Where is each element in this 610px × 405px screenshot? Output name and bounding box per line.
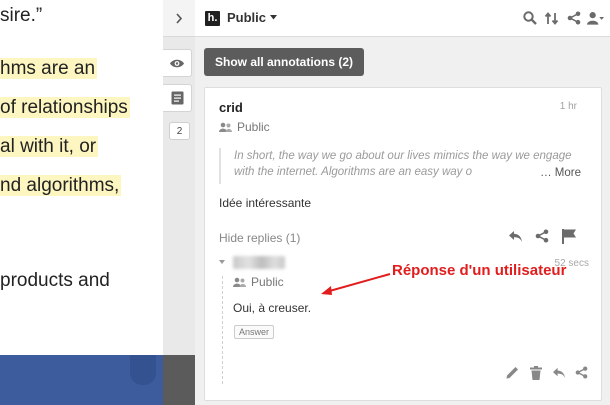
edit-reply-button[interactable] [505,365,520,380]
annotation-sidebar: h. Public Show all annotations (2) crid … [195,0,610,405]
group-icon [219,122,232,132]
sidebar-toolbar: 2 [163,0,195,405]
group-icon [233,277,246,287]
group-name: Public [227,10,267,25]
sort-button[interactable] [543,9,560,27]
toggle-highlights-button[interactable] [163,49,192,77]
user-menu-button[interactable] [587,9,604,27]
article-highlighted-line[interactable]: of relationships [0,95,130,121]
hide-replies-link[interactable]: Hide replies (1) [219,231,300,245]
article-highlighted-line[interactable]: al with it, or [0,134,99,160]
share-annotation-button[interactable] [534,228,550,244]
annotation-card[interactable]: crid 1 hr Public In short, the way we go… [204,87,602,401]
new-page-note-button[interactable] [163,84,192,112]
article-highlighted-line[interactable]: nd algorithms, [0,173,122,199]
callout-arrow [321,273,391,295]
reply-icon [508,230,522,242]
note-icon [171,91,183,105]
gutter-footer [163,355,195,405]
share-icon [535,229,549,243]
article-line: sire.” [0,5,43,26]
flag-button[interactable] [561,228,577,244]
hypothesis-logo[interactable]: h. [205,11,220,26]
reply-permission: Public [233,275,284,289]
search-button[interactable] [521,9,538,27]
sort-icon [544,11,559,25]
reply-button[interactable] [507,228,523,244]
reply-to-reply-button[interactable] [551,365,566,380]
share-icon [575,366,588,379]
delete-reply-button[interactable] [528,365,543,380]
show-all-annotations-button[interactable]: Show all annotations (2) [204,48,364,76]
article-line: products and [0,270,110,291]
reply-icon [552,367,565,378]
chevron-right-icon [176,12,183,24]
search-icon [522,11,537,25]
quote-more-link[interactable]: … More [536,165,581,181]
article-image [0,355,163,405]
chevron-down-icon [270,15,278,20]
eye-icon [170,59,184,67]
reply-body: Oui, à creuser. [233,301,312,315]
annotation-timestamp[interactable]: 1 hr [560,101,577,112]
share-reply-button[interactable] [574,365,589,380]
reply-tag[interactable]: Answer [234,325,275,339]
delete-icon [529,365,542,380]
collapse-sidebar-button[interactable] [163,0,195,37]
flag-icon [562,229,576,244]
callout-label: Réponse d'un utilisateur [392,262,567,279]
collapse-reply-icon[interactable] [219,260,225,264]
edit-icon [506,367,518,379]
group-selector[interactable]: Public [227,10,278,25]
annotation-body: Idée intéressante [219,196,312,210]
sidebar-topbar: h. Public [195,0,610,37]
thread-line [222,276,223,384]
annotation-quote: In short, the way we go about our lives … [219,148,581,184]
share-button[interactable] [565,9,582,27]
share-icon [567,11,580,25]
article-highlighted-line[interactable]: hms are an [0,56,98,82]
reply-username-redacted [233,256,285,269]
user-menu-icon [587,12,604,25]
annotation-username[interactable]: crid [219,100,243,115]
article-pane: sire.” hms are an of relationships al wi… [0,0,163,405]
annotation-count-badge[interactable]: 2 [169,122,190,140]
annotation-permission: Public [219,120,270,134]
